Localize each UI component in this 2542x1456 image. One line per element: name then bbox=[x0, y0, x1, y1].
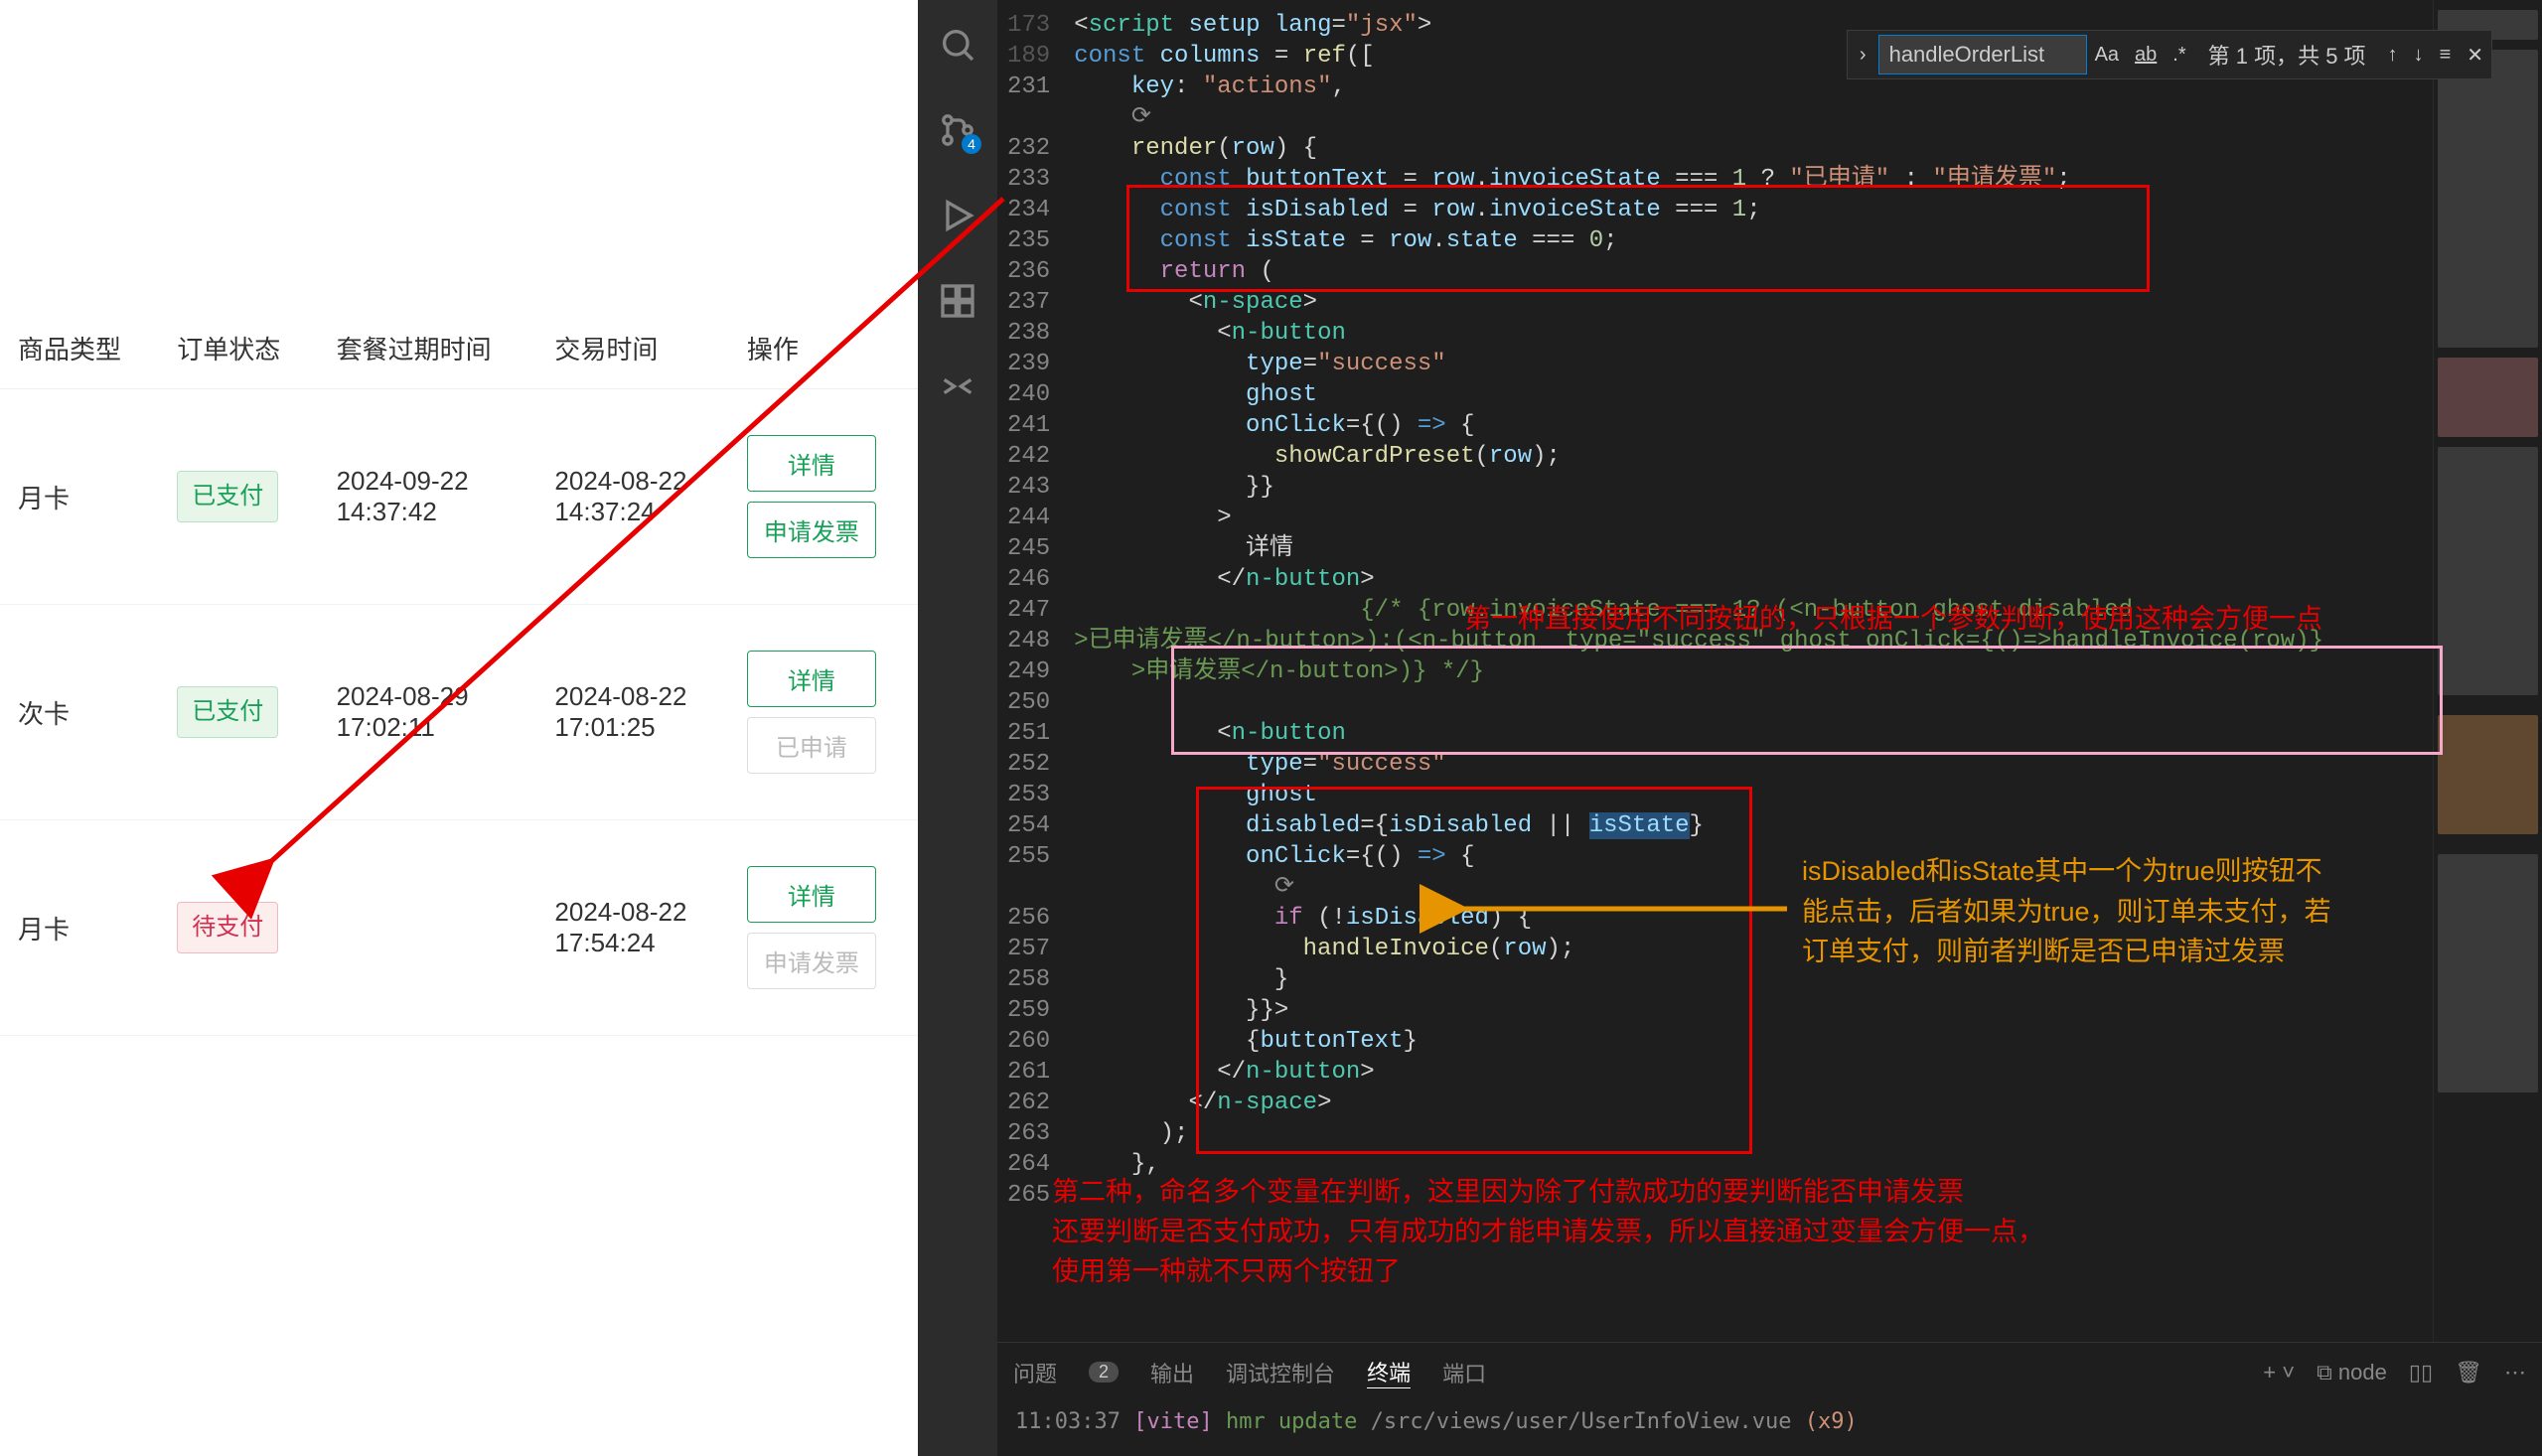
action-button[interactable]: 详情 bbox=[747, 866, 876, 923]
minimap[interactable] bbox=[2433, 0, 2542, 1342]
panel-tabs: 问题 2 输出 调试控制台 终端 端口 + ˅ ⧉ node ▯▯ 🗑 ⋯ bbox=[997, 1342, 2542, 1401]
cell-expire: 2024-08-2917:02:11 bbox=[319, 605, 537, 820]
th-product: 商品类型 bbox=[0, 308, 159, 389]
line-gutter: 1731892312322332342352362372382392402412… bbox=[997, 0, 1074, 1342]
terminal-trash-icon[interactable]: 🗑 bbox=[2455, 1360, 2482, 1385]
table-row: 次卡已支付 2024-08-2917:02:112024-08-2217:01:2… bbox=[0, 605, 918, 820]
action-button[interactable]: 已申请 bbox=[747, 717, 876, 774]
activity-bar: 4 bbox=[918, 0, 997, 1456]
find-status: 第 1 项，共 5 项 bbox=[2194, 39, 2380, 71]
panel-more-icon[interactable]: ⋯ bbox=[2504, 1360, 2526, 1385]
cell-product: 月卡 bbox=[0, 820, 159, 1036]
extensions-icon[interactable] bbox=[938, 281, 977, 321]
code-area[interactable]: <script setup lang="jsx">const columns =… bbox=[1074, 0, 2433, 1342]
status-badge: 待支付 bbox=[177, 902, 278, 953]
find-selection-icon[interactable]: ≡ bbox=[2432, 44, 2460, 67]
cell-expire: 2024-09-2214:37:42 bbox=[319, 389, 537, 605]
find-input[interactable] bbox=[1878, 35, 2087, 74]
panel-tab-ports[interactable]: 端口 bbox=[1442, 1357, 1486, 1388]
panel-tab-debug[interactable]: 调试控制台 bbox=[1226, 1357, 1335, 1388]
cell-product: 次卡 bbox=[0, 605, 159, 820]
find-case-icon[interactable]: Aa bbox=[2087, 44, 2127, 67]
vscode-editor: 4 › Aa ab .* 第 1 项，共 5 项 ↑ ↓ ≡ ✕ 1731892… bbox=[918, 0, 2542, 1456]
action-button[interactable]: 申请发票 bbox=[747, 933, 876, 989]
action-button[interactable]: 详情 bbox=[747, 435, 876, 492]
panel-tab-terminal[interactable]: 终端 bbox=[1367, 1356, 1411, 1388]
cell-trade: 2024-08-2217:01:25 bbox=[536, 605, 728, 820]
terminal-new-icon[interactable]: + ˅ bbox=[2263, 1360, 2295, 1385]
action-button[interactable]: 详情 bbox=[747, 651, 876, 707]
cell-actions: 详情申请发票 bbox=[729, 389, 918, 605]
remote-icon[interactable] bbox=[938, 366, 977, 406]
th-actions: 操作 bbox=[729, 308, 918, 389]
th-trade: 交易时间 bbox=[536, 308, 728, 389]
source-control-icon[interactable]: 4 bbox=[938, 110, 977, 150]
cell-trade: 2024-08-2214:37:24 bbox=[536, 389, 728, 605]
terminal-profile[interactable]: ⧉ node bbox=[2317, 1360, 2387, 1385]
search-icon[interactable] bbox=[938, 25, 977, 65]
scm-badge: 4 bbox=[962, 134, 981, 154]
cell-actions: 详情已申请 bbox=[729, 605, 918, 820]
find-word-icon[interactable]: ab bbox=[2127, 44, 2165, 67]
panel-tab-output[interactable]: 输出 bbox=[1150, 1357, 1194, 1388]
table-row: 月卡已支付 2024-09-2214:37:422024-08-2214:37:2… bbox=[0, 389, 918, 605]
find-widget: › Aa ab .* 第 1 项，共 5 项 ↑ ↓ ≡ ✕ bbox=[1847, 30, 2492, 79]
find-regex-icon[interactable]: .* bbox=[2165, 44, 2193, 67]
th-status: 订单状态 bbox=[159, 308, 318, 389]
find-toggle-replace-icon[interactable]: › bbox=[1848, 44, 1878, 67]
cell-trade: 2024-08-2217:54:24 bbox=[536, 820, 728, 1036]
problem-count: 2 bbox=[1089, 1362, 1119, 1383]
status-badge: 已支付 bbox=[177, 471, 278, 522]
action-button[interactable]: 申请发票 bbox=[747, 502, 876, 558]
find-prev-icon[interactable]: ↑ bbox=[2380, 44, 2406, 67]
status-badge: 已支付 bbox=[177, 686, 278, 738]
terminal-output[interactable]: 11:03:37 [vite] hmr update /src/views/us… bbox=[997, 1401, 2542, 1456]
cell-expire bbox=[319, 820, 537, 1036]
table-row: 月卡待支付2024-08-2217:54:24详情申请发票 bbox=[0, 820, 918, 1036]
run-debug-icon[interactable] bbox=[938, 196, 977, 235]
cell-actions: 详情申请发票 bbox=[729, 820, 918, 1036]
order-table: 商品类型 订单状态 套餐过期时间 交易时间 操作 月卡已支付2024-09-22… bbox=[0, 308, 918, 1036]
panel-tab-problems[interactable]: 问题 bbox=[1013, 1357, 1057, 1388]
th-expire: 套餐过期时间 bbox=[319, 308, 537, 389]
order-table-panel: 商品类型 订单状态 套餐过期时间 交易时间 操作 月卡已支付2024-09-22… bbox=[0, 0, 918, 1456]
cell-product: 月卡 bbox=[0, 389, 159, 605]
find-next-icon[interactable]: ↓ bbox=[2406, 44, 2432, 67]
terminal-split-icon[interactable]: ▯▯ bbox=[2409, 1360, 2433, 1385]
find-close-icon[interactable]: ✕ bbox=[2459, 43, 2491, 68]
